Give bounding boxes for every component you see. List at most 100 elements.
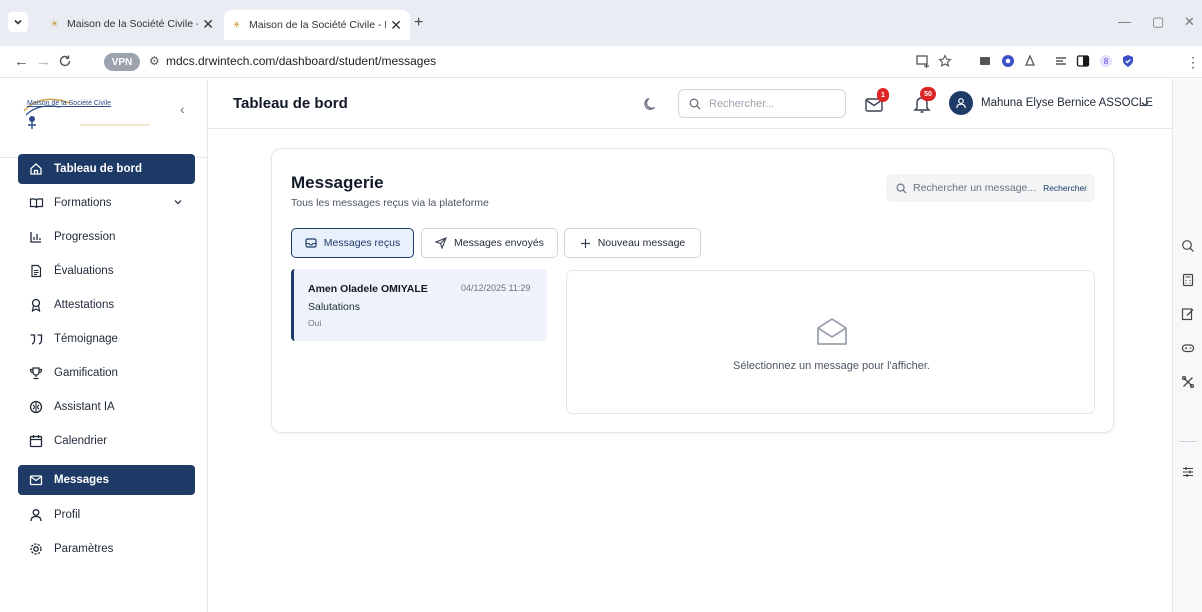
extension-icon[interactable]	[978, 54, 992, 68]
message-subject: Salutations	[308, 301, 360, 313]
sidebar-item-parametres[interactable]: Paramètres	[18, 534, 195, 564]
menu-kebab-icon[interactable]: ⋮	[1186, 54, 1200, 70]
shield-icon[interactable]	[1121, 54, 1135, 68]
page-title: Tableau de bord	[233, 95, 348, 112]
sidebar-item-tableau-de-bord[interactable]: Tableau de bord	[18, 154, 195, 184]
site-favicon-icon: ☀	[232, 19, 241, 31]
close-tab-icon[interactable]: ✕	[390, 17, 402, 34]
sidebar-item-label: Témoignage	[54, 333, 118, 345]
restore-icon[interactable]: ▢	[1152, 14, 1164, 30]
new-tab-button[interactable]: +	[414, 14, 423, 32]
sidebar-item-calendrier[interactable]: Calendrier	[18, 426, 195, 456]
gamepad-icon[interactable]	[1181, 341, 1195, 355]
user-icon	[956, 98, 966, 109]
bookmark-star-icon[interactable]	[938, 54, 952, 68]
forward-icon[interactable]: →	[36, 54, 51, 70]
tab-label: Messages envoyés	[454, 237, 544, 249]
tab-label: Nouveau message	[597, 237, 686, 249]
book-icon	[28, 195, 44, 211]
vpn-badge[interactable]: VPN	[104, 53, 140, 71]
profile-icon[interactable]: 8	[1099, 54, 1113, 68]
search-icon[interactable]	[1181, 239, 1195, 253]
logo-text: Maison de la Société Civile	[27, 100, 112, 107]
shield-extension-icon[interactable]	[1001, 54, 1015, 68]
site-info-icon[interactable]: ⚙	[149, 54, 160, 68]
list-item[interactable]: Amen Oladele OMIYALE 04/12/2025 11:29 Sa…	[291, 269, 547, 341]
sidebar-item-profil[interactable]: Profil	[18, 500, 195, 530]
tab-label: Messages reçus	[323, 237, 401, 249]
calculator-icon[interactable]	[1181, 273, 1195, 287]
svg-text:8: 8	[1104, 57, 1109, 66]
organization-logo[interactable]	[20, 93, 160, 133]
new-message-button[interactable]: Nouveau message	[564, 228, 701, 258]
minimize-icon[interactable]: —	[1118, 14, 1131, 29]
trophy-icon	[28, 365, 44, 381]
search-placeholder: Rechercher...	[709, 97, 775, 110]
sidebar-item-assistant-ia[interactable]: Assistant IA	[18, 392, 195, 422]
tab-title: Maison de la Société Civile - Pla	[67, 18, 198, 30]
mail-button[interactable]: 1	[864, 88, 889, 115]
sidebar-item-label: Gamification	[54, 367, 118, 379]
address-bar: ← → VPN ⚙ mdcs.drwintech.com/dashboard/s…	[0, 46, 1202, 78]
collapse-sidebar-icon[interactable]: ‹	[180, 101, 185, 117]
site-favicon-icon: ☀	[50, 18, 59, 30]
sliders-icon[interactable]	[1181, 465, 1195, 479]
chevron-down-icon	[14, 19, 22, 25]
settings-icon	[28, 541, 44, 557]
sidebar-item-temoignage[interactable]: Témoignage	[18, 324, 195, 354]
sidebar-item-label: Progression	[54, 231, 116, 243]
chevron-down-icon	[174, 200, 182, 205]
browser-tab-1[interactable]: ☀ Maison de la Société Civile - Pla ✕	[42, 10, 222, 38]
reload-icon[interactable]	[58, 54, 72, 68]
sidebar-item-label: Formations	[54, 197, 112, 209]
user-name[interactable]: Mahuna Elyse Bernice ASSOCLE	[981, 97, 1153, 109]
message-search-placeholder: Rechercher un message...	[913, 182, 1037, 194]
inbox-icon	[305, 238, 317, 248]
sidebar-item-label: Évaluations	[54, 265, 114, 277]
extension-icon[interactable]	[1023, 54, 1037, 68]
sidebar-item-gamification[interactable]: Gamification	[18, 358, 195, 388]
sidebar: Maison de la Société Civile ‹ Tableau de…	[0, 79, 208, 612]
chevron-down-icon[interactable]	[1140, 99, 1150, 109]
message-sender: Amen Oladele OMIYALE	[308, 283, 428, 295]
message-date: 04/12/2025 11:29	[461, 283, 531, 293]
browser-tab-2[interactable]: ☀ Maison de la Société Civile - Pla ✕	[224, 10, 410, 40]
notifications-button[interactable]: 50	[912, 87, 936, 115]
user-icon	[28, 507, 44, 523]
message-search-button[interactable]: Rechercher	[1043, 183, 1087, 193]
sidebar-item-progression[interactable]: Progression	[18, 222, 195, 252]
divider	[1179, 441, 1197, 442]
calendar-icon	[28, 433, 44, 449]
sidebar-item-evaluations[interactable]: Évaluations	[18, 256, 195, 286]
tab-messages-envoyes[interactable]: Messages envoyés	[421, 228, 558, 258]
sidebar-item-attestations[interactable]: Attestations	[18, 290, 195, 320]
sidebar-item-formations[interactable]: Formations	[18, 188, 195, 218]
url-field[interactable]: mdcs.drwintech.com/dashboard/student/mes…	[166, 54, 436, 68]
bar-chart-icon	[28, 229, 44, 245]
close-window-icon[interactable]: ✕	[1184, 14, 1195, 30]
sidebar-toggle-icon[interactable]	[1076, 54, 1090, 68]
empty-state-text: Sélectionnez un message pour l'afficher.	[733, 360, 930, 372]
quote-icon	[28, 331, 44, 347]
tab-search-button[interactable]	[8, 12, 28, 32]
avatar[interactable]	[949, 91, 973, 115]
message-preview: Oui	[308, 318, 322, 328]
brain-icon	[28, 399, 44, 415]
message-search-input[interactable]: Rechercher un message... Rechercher	[886, 174, 1095, 202]
sidebar-item-messages[interactable]: Messages	[18, 465, 195, 495]
edit-icon[interactable]	[1181, 307, 1195, 321]
notifications-badge: 50	[920, 87, 936, 101]
close-tab-icon[interactable]: ✕	[202, 16, 214, 33]
install-app-icon[interactable]	[916, 54, 930, 68]
moon-icon[interactable]	[643, 96, 659, 112]
tools-icon[interactable]	[1181, 375, 1195, 389]
messagerie-card: Messagerie Tous les messages reçus via l…	[271, 148, 1114, 433]
header-search-input[interactable]: Rechercher...	[678, 89, 846, 118]
messagerie-subtitle: Tous les messages reçus via la plateform…	[291, 197, 489, 209]
reading-list-icon[interactable]	[1054, 54, 1068, 68]
tab-messages-recus[interactable]: Messages reçus	[291, 228, 414, 258]
clipboard-icon	[28, 263, 44, 279]
search-icon	[896, 183, 907, 194]
back-icon[interactable]: ←	[14, 54, 29, 70]
mail-icon	[28, 472, 44, 488]
